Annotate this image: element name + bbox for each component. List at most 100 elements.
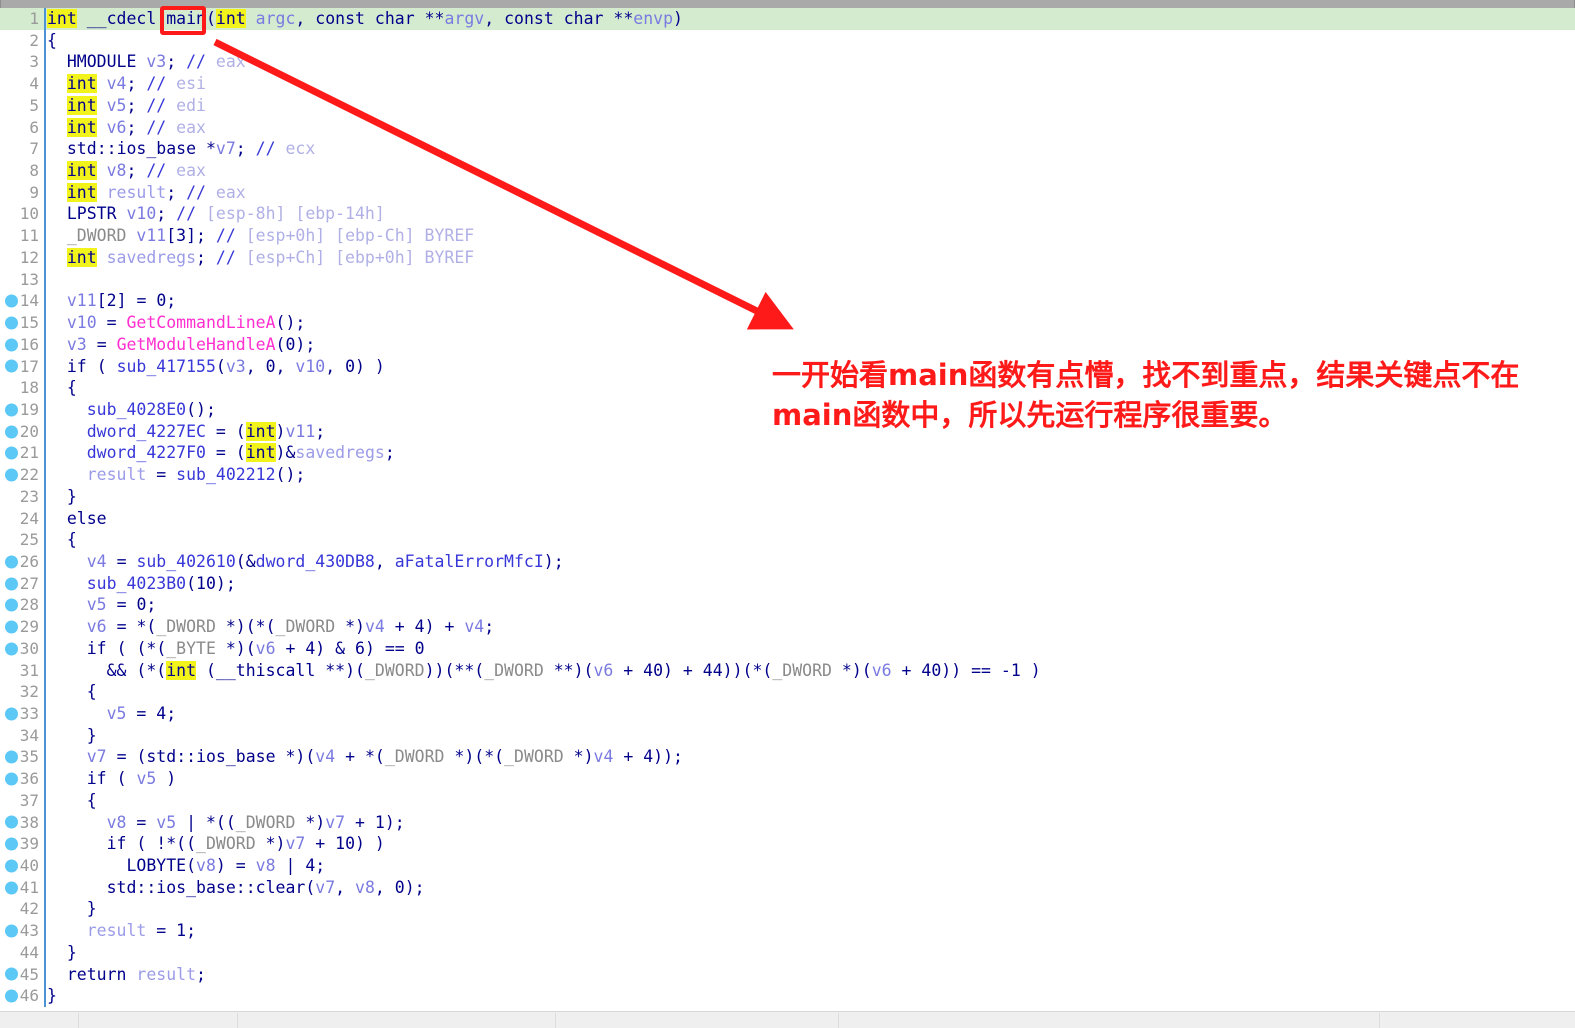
code-text[interactable]: { (47, 529, 77, 551)
code-text[interactable]: int v8; // eax (47, 160, 206, 182)
code-line[interactable]: 18 { (0, 377, 1575, 399)
code-text[interactable]: LPSTR v10; // [esp-8h] [ebp-14h] (47, 203, 385, 225)
code-text[interactable]: && (*(int (__thiscall **)(_DWORD))(**(_D… (47, 660, 1041, 682)
code-line[interactable]: 1int __cdecl main(int argc, const char *… (0, 8, 1575, 30)
code-line[interactable]: 26 v4 = sub_402610(&dword_430DB8, aFatal… (0, 551, 1575, 573)
line-number: 2 (0, 30, 41, 52)
code-line[interactable]: 41 std::ios_base::clear(v7, v8, 0); (0, 877, 1575, 899)
code-text[interactable]: dword_4227EC = (int)v11; (47, 421, 325, 443)
code-line[interactable]: 38 v8 = v5 | *((_DWORD *)v7 + 1); (0, 812, 1575, 834)
code-line[interactable]: 13 (0, 269, 1575, 291)
code-text[interactable]: _DWORD v11[3]; // [esp+0h] [ebp-Ch] BYRE… (47, 225, 474, 247)
line-number: 44 (0, 942, 41, 964)
code-line[interactable]: 43 result = 1; (0, 920, 1575, 942)
code-line[interactable]: 19 sub_4028E0(); (0, 399, 1575, 421)
gutter-separator (44, 638, 46, 660)
code-text[interactable]: v3 = GetModuleHandleA(0); (47, 334, 315, 356)
scroll-tick (838, 1013, 839, 1028)
code-line[interactable]: 31 && (*(int (__thiscall **)(_DWORD))(**… (0, 660, 1575, 682)
code-text[interactable]: } (47, 985, 57, 1007)
code-line[interactable]: 11 _DWORD v11[3]; // [esp+0h] [ebp-Ch] B… (0, 225, 1575, 247)
code-text[interactable]: v5 = 0; (47, 594, 156, 616)
horizontal-scrollbar[interactable] (0, 1011, 1575, 1028)
code-line[interactable]: 7 std::ios_base *v7; // ecx (0, 138, 1575, 160)
code-text[interactable]: LOBYTE(v8) = v8 | 4; (47, 855, 325, 877)
code-line[interactable]: 34 } (0, 725, 1575, 747)
code-line[interactable]: 28 v5 = 0; (0, 594, 1575, 616)
code-text[interactable]: } (47, 486, 77, 508)
top-scroll-strip[interactable] (0, 0, 1575, 8)
code-text[interactable]: { (47, 790, 97, 812)
code-line[interactable]: 21 dword_4227F0 = (int)&savedregs; (0, 442, 1575, 464)
code-text[interactable]: sub_4023B0(10); (47, 573, 236, 595)
code-text[interactable]: return result; (47, 964, 206, 986)
code-line[interactable]: 45 return result; (0, 964, 1575, 986)
code-text[interactable]: if ( (*(_BYTE *)(v6 + 4) & 6) == 0 (47, 638, 425, 660)
code-text[interactable]: result = 1; (47, 920, 196, 942)
code-text[interactable]: result = sub_402212(); (47, 464, 305, 486)
code-text[interactable]: { (47, 30, 57, 52)
code-line[interactable]: 23 } (0, 486, 1575, 508)
code-text[interactable]: { (47, 377, 77, 399)
code-text[interactable]: int __cdecl main(int argc, const char **… (47, 8, 683, 30)
gutter-separator (44, 508, 46, 530)
code-text[interactable]: v5 = 4; (47, 703, 176, 725)
code-line[interactable]: 37 { (0, 790, 1575, 812)
code-line[interactable]: 16 v3 = GetModuleHandleA(0); (0, 334, 1575, 356)
code-line[interactable]: 44 } (0, 942, 1575, 964)
code-text[interactable]: if ( !*((_DWORD *)v7 + 10) ) (47, 833, 385, 855)
code-text[interactable]: else (47, 508, 107, 530)
code-line[interactable]: 39 if ( !*((_DWORD *)v7 + 10) ) (0, 833, 1575, 855)
code-text[interactable]: } (47, 725, 97, 747)
code-line[interactable]: 12 int savedregs; // [esp+Ch] [ebp+0h] B… (0, 247, 1575, 269)
code-text[interactable]: int result; // eax (47, 182, 246, 204)
code-line[interactable]: 17 if ( sub_417155(v3, 0, v10, 0) ) (0, 356, 1575, 378)
code-line[interactable]: 46} (0, 985, 1575, 1007)
code-text[interactable]: if ( sub_417155(v3, 0, v10, 0) ) (47, 356, 385, 378)
code-line[interactable]: 25 { (0, 529, 1575, 551)
code-text[interactable]: v10 = GetCommandLineA(); (47, 312, 305, 334)
code-line[interactable]: 9 int result; // eax (0, 182, 1575, 204)
code-text[interactable]: } (47, 942, 77, 964)
code-text[interactable]: HMODULE v3; // eax (47, 51, 246, 73)
code-line[interactable]: 22 result = sub_402212(); (0, 464, 1575, 486)
code-line[interactable]: 20 dword_4227EC = (int)v11; (0, 421, 1575, 443)
code-text[interactable]: v8 = v5 | *((_DWORD *)v7 + 1); (47, 812, 405, 834)
code-line[interactable]: 35 v7 = (std::ios_base *)(v4 + *(_DWORD … (0, 746, 1575, 768)
code-line[interactable]: 2{ (0, 30, 1575, 52)
code-line[interactable]: 4 int v4; // esi (0, 73, 1575, 95)
code-line[interactable]: 29 v6 = *(_DWORD *)(*(_DWORD *)v4 + 4) +… (0, 616, 1575, 638)
code-text[interactable]: std::ios_base *v7; // ecx (47, 138, 315, 160)
code-line[interactable]: 33 v5 = 4; (0, 703, 1575, 725)
code-text[interactable]: int v6; // eax (47, 117, 206, 139)
code-line[interactable]: 5 int v5; // edi (0, 95, 1575, 117)
code-text[interactable]: int v5; // edi (47, 95, 206, 117)
code-text[interactable]: dword_4227F0 = (int)&savedregs; (47, 442, 395, 464)
gutter-separator (44, 920, 46, 942)
code-line[interactable]: 14 v11[2] = 0; (0, 290, 1575, 312)
code-text[interactable]: if ( v5 ) (47, 768, 176, 790)
code-line[interactable]: 3 HMODULE v3; // eax (0, 51, 1575, 73)
code-text[interactable]: std::ios_base::clear(v7, v8, 0); (47, 877, 425, 899)
code-text[interactable]: int v4; // esi (47, 73, 206, 95)
code-line[interactable]: 30 if ( (*(_BYTE *)(v6 + 4) & 6) == 0 (0, 638, 1575, 660)
code-line[interactable]: 10 LPSTR v10; // [esp-8h] [ebp-14h] (0, 203, 1575, 225)
code-line[interactable]: 27 sub_4023B0(10); (0, 573, 1575, 595)
code-text[interactable]: sub_4028E0(); (47, 399, 216, 421)
code-text[interactable]: int savedregs; // [esp+Ch] [ebp+0h] BYRE… (47, 247, 474, 269)
code-line[interactable]: 32 { (0, 681, 1575, 703)
code-text[interactable]: v11[2] = 0; (47, 290, 176, 312)
code-text[interactable]: { (47, 681, 97, 703)
code-text[interactable]: v4 = sub_402610(&dword_430DB8, aFatalErr… (47, 551, 564, 573)
code-text[interactable]: v7 = (std::ios_base *)(v4 + *(_DWORD *)(… (47, 746, 683, 768)
code-line[interactable]: 6 int v6; // eax (0, 117, 1575, 139)
pseudocode-view[interactable]: 1int __cdecl main(int argc, const char *… (0, 8, 1575, 1011)
code-line[interactable]: 15 v10 = GetCommandLineA(); (0, 312, 1575, 334)
code-line[interactable]: 36 if ( v5 ) (0, 768, 1575, 790)
code-line[interactable]: 24 else (0, 508, 1575, 530)
code-text[interactable]: } (47, 898, 97, 920)
code-line[interactable]: 42 } (0, 898, 1575, 920)
code-text[interactable]: v6 = *(_DWORD *)(*(_DWORD *)v4 + 4) + v4… (47, 616, 494, 638)
code-line[interactable]: 40 LOBYTE(v8) = v8 | 4; (0, 855, 1575, 877)
code-line[interactable]: 8 int v8; // eax (0, 160, 1575, 182)
